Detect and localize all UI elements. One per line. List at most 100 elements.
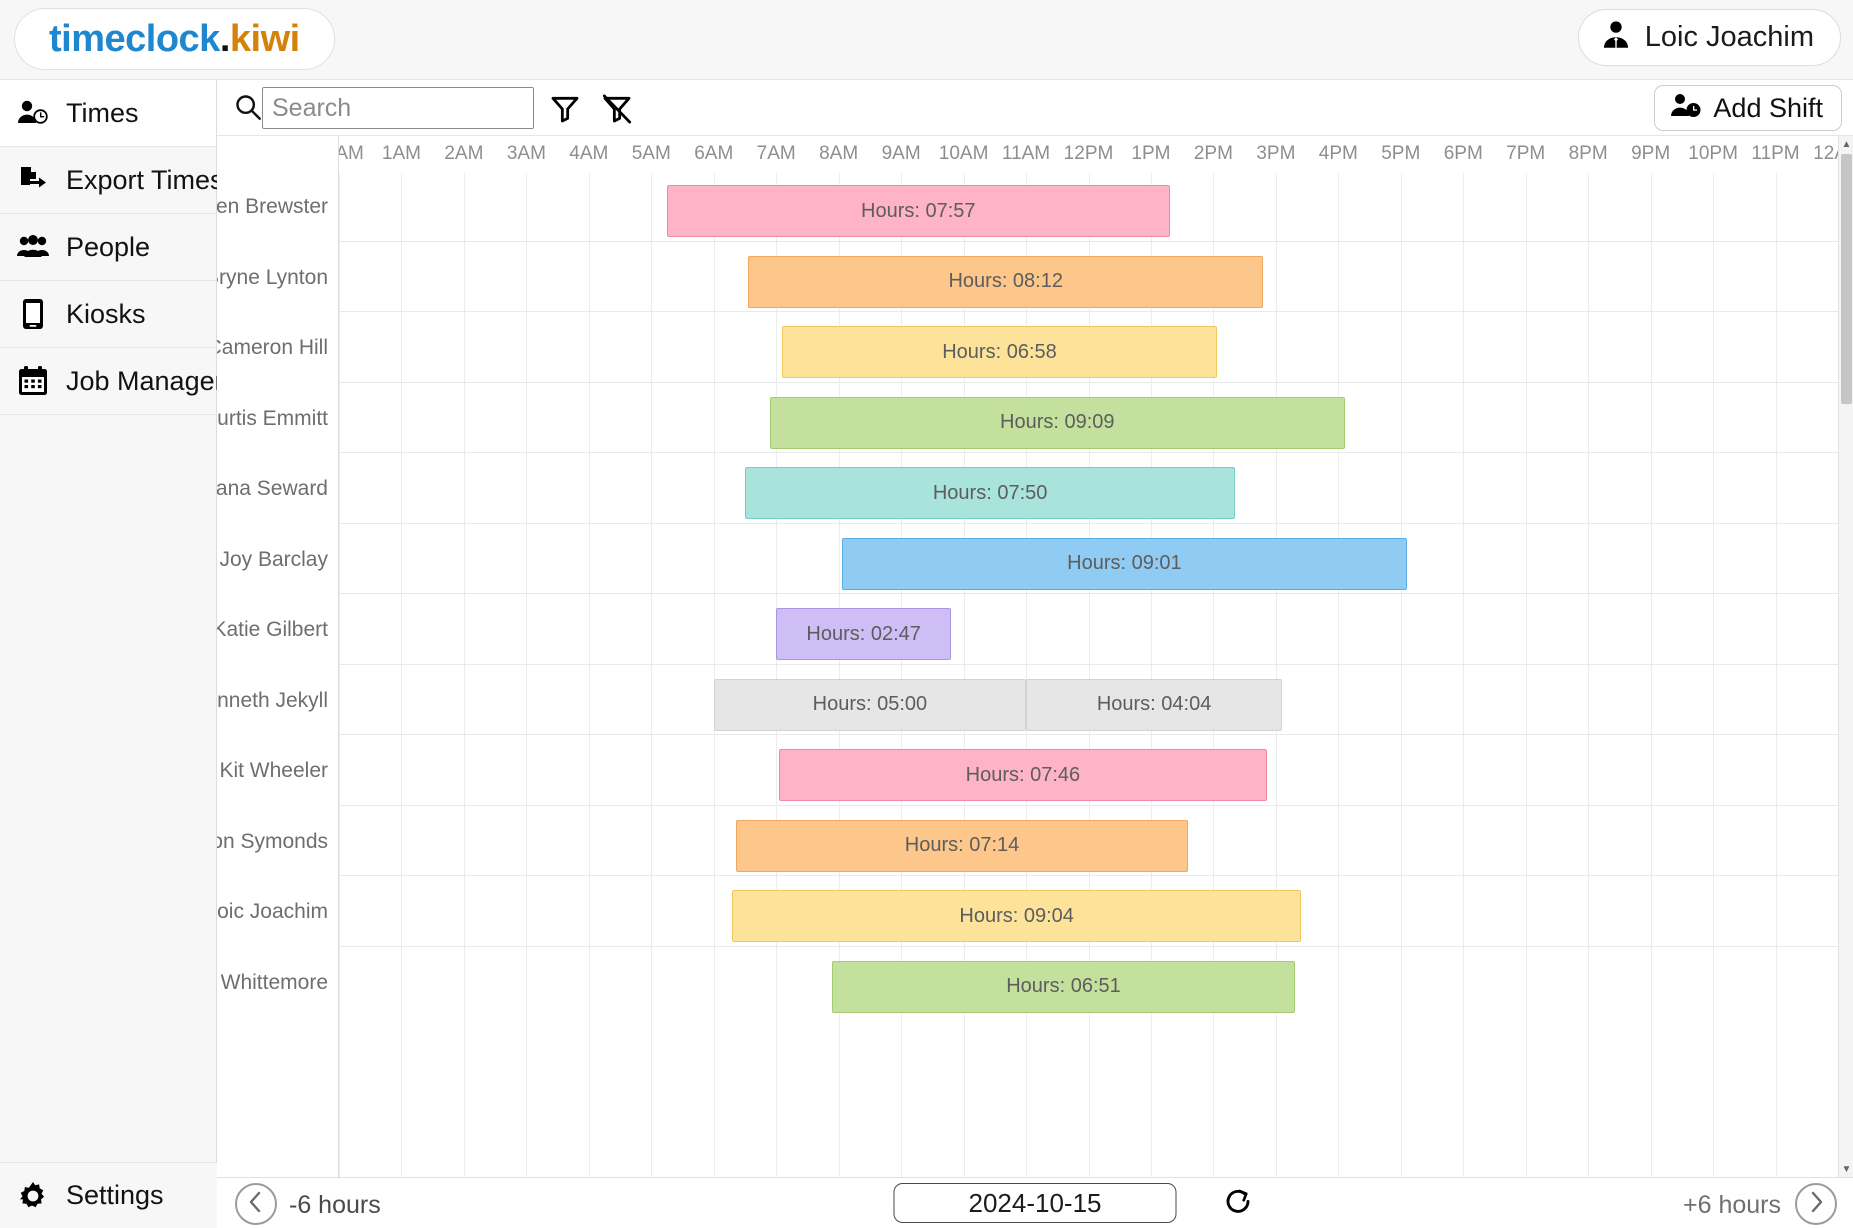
date-field[interactable]: 2024-10-15 <box>893 1183 1177 1223</box>
shift-bar[interactable]: Hours: 09:01 <box>841 537 1408 590</box>
shift-bar[interactable]: Hours: 07:14 <box>735 819 1189 872</box>
grid-vertical-line <box>1026 173 1028 1177</box>
shift-hours-label: Hours: 04:04 <box>1096 693 1212 715</box>
shift-hours-label: Hours: 09:04 <box>959 904 1074 927</box>
shift-hours-label: Hours: 09:01 <box>1067 552 1182 574</box>
chevron-left-icon <box>247 1190 265 1219</box>
scroll-up-arrow[interactable]: ▲ <box>1839 136 1853 152</box>
shift-hours-label: Hours: 09:09 <box>1000 411 1115 433</box>
sidebar-item-people[interactable]: People <box>0 214 216 281</box>
search-icon <box>234 93 262 126</box>
row-divider <box>339 240 1853 242</box>
add-shift-label: Add Shift <box>1713 92 1823 123</box>
shift-bar[interactable]: Hours: 05:00 <box>713 678 1027 731</box>
row-divider <box>339 804 1853 806</box>
grid-vertical-line <box>1713 173 1715 1177</box>
sidebar-item-times[interactable]: Times <box>0 80 216 147</box>
employee-name: Leighton Symonds <box>217 829 328 853</box>
shift-bar[interactable]: Hours: 09:09 <box>769 396 1345 449</box>
shift-bar[interactable]: Hours: 06:58 <box>782 326 1217 378</box>
hour-tick-label: 8PM <box>1568 143 1608 164</box>
sidebar-label-times: Times <box>66 97 139 128</box>
hour-tick-label: 11PM <box>1751 143 1800 164</box>
content-toolbar: Add Shift <box>217 80 1853 136</box>
row-divider <box>339 452 1853 453</box>
grid-vertical-line <box>1650 173 1652 1177</box>
grid-vertical-line <box>713 173 715 1177</box>
grid-vertical-line <box>339 173 340 1177</box>
logo-dot: . <box>219 17 231 60</box>
shift-hours-label: Hours: 07:50 <box>932 481 1048 504</box>
grid-vertical-line <box>526 173 528 1177</box>
hour-tick-label: 8AM <box>819 143 859 164</box>
hour-tick-label: 7PM <box>1506 143 1546 164</box>
grid-vertical-line <box>1088 173 1090 1177</box>
employee-name: Loic Joachim <box>217 900 328 923</box>
employee-name: Curtis Emmitt <box>217 406 328 430</box>
grid-vertical-line <box>463 173 465 1177</box>
hour-tick-label: 10PM <box>1688 143 1738 164</box>
scrollbar-thumb[interactable] <box>1841 154 1852 404</box>
user-name-label: Loic Joachim <box>1644 21 1814 53</box>
row-divider <box>339 522 1853 524</box>
row-divider <box>339 593 1853 594</box>
grid-vertical-line <box>1338 173 1340 1177</box>
sidebar-item-kiosks[interactable]: Kiosks <box>0 281 216 348</box>
hour-tick-label: 4PM <box>1318 143 1358 164</box>
shift-hours-label: Hours: 08:12 <box>948 270 1063 292</box>
top-header-bar: timeclock.kiwi Loic Joachim <box>0 0 1853 80</box>
shift-bar[interactable]: Hours: 02:47 <box>776 608 952 660</box>
hour-tick-label: 7AM <box>756 143 796 164</box>
sidebar-label-job-manager: Job Manager <box>66 365 224 396</box>
hour-tick-label: 5PM <box>1381 143 1421 164</box>
filter-clear-icon[interactable] <box>597 89 637 129</box>
sidebar-item-export-times[interactable]: Export Times <box>0 147 224 214</box>
employee-name: Aspen Brewster <box>217 195 328 218</box>
hour-tick-label: 9PM <box>1631 143 1671 164</box>
logo-text: timeclock.kiwi <box>49 18 300 61</box>
people-group-icon <box>16 230 50 264</box>
hour-tick-label: 6PM <box>1443 143 1483 164</box>
scroll-down-arrow[interactable]: ▼ <box>1839 1161 1853 1177</box>
logo-part-kiwi: kiwi <box>229 17 300 60</box>
employee-name: Joy Barclay <box>219 547 328 571</box>
gantt-grid: Hours: 07:57 Hours: 08:12 Hours: 06:58 Hour… <box>339 173 1853 1177</box>
prev-6-hours-button[interactable] <box>235 1183 277 1225</box>
hour-tick-label: 12PM <box>1063 143 1114 164</box>
next-6-hours-button[interactable] <box>1795 1183 1837 1225</box>
tablet-icon <box>16 297 50 331</box>
sidebar-item-job-manager[interactable]: Job Manager <box>0 348 224 415</box>
employee-names-column: Aspen Brewster Bryne Lynton Cameron Hill Cu… <box>217 136 339 1177</box>
row-divider <box>339 311 1853 312</box>
hour-tick-label: 11AM <box>1001 143 1051 164</box>
filter-icon[interactable] <box>545 89 585 129</box>
grid-vertical-line <box>776 173 778 1177</box>
grid-vertical-line <box>1213 173 1215 1177</box>
shift-hours-label: Hours: 06:58 <box>942 340 1057 363</box>
date-value: 2024-10-15 <box>968 1187 1102 1218</box>
add-shift-button[interactable]: Add Shift <box>1654 85 1842 131</box>
shift-hours-label: Hours: 02:47 <box>806 622 921 645</box>
shift-hours-label: Hours: 07:14 <box>904 834 1020 856</box>
app-logo[interactable]: timeclock.kiwi <box>14 8 335 70</box>
grid-vertical-line <box>1525 173 1527 1177</box>
user-account-button[interactable]: Loic Joachim <box>1577 9 1841 66</box>
row-divider <box>339 945 1853 947</box>
refresh-button[interactable] <box>1219 1186 1257 1222</box>
sidebar-item-settings[interactable]: Settings <box>0 1162 217 1228</box>
hour-tick-label: 3AM <box>506 143 546 164</box>
vertical-scrollbar[interactable]: ▲ ▼ <box>1838 136 1853 1177</box>
shift-bar[interactable]: Hours: 09:04 <box>732 890 1301 942</box>
shift-bar[interactable]: Hours: 07:46 <box>779 749 1267 801</box>
row-divider <box>339 875 1853 876</box>
logo-part-timeclock: timeclock <box>49 17 220 60</box>
sidebar-label-export-times: Export Times <box>66 164 224 195</box>
shift-bar[interactable]: Hours: 07:57 <box>666 185 1170 237</box>
shift-bar[interactable]: Hours: 07:50 <box>744 467 1236 519</box>
shift-bar[interactable]: Hours: 04:04 <box>1026 678 1283 731</box>
search-input[interactable] <box>262 87 534 129</box>
shift-bar[interactable]: Hours: 08:12 <box>748 255 1264 308</box>
hour-ruler: 12AM 1AM 2AM 3AM 4AM 5AM 6AM 7AM 8AM 9AM 10AM 11AM 1… <box>314 136 1853 173</box>
sidebar-label-people: People <box>66 231 151 262</box>
shift-bar[interactable]: Hours: 06:51 <box>832 960 1295 1013</box>
